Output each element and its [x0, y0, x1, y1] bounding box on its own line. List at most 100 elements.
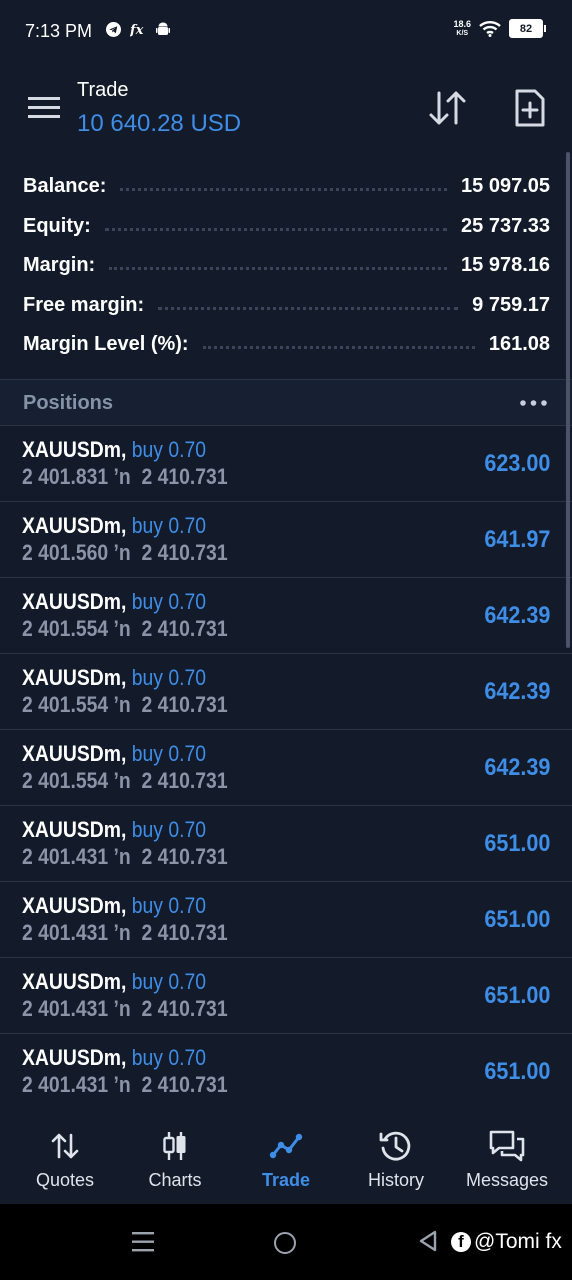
tab-label: Charts [148, 1170, 202, 1190]
account-row-balance: Balance: 15 097.05 [23, 166, 550, 206]
position-row[interactable]: XAUUSDm, buy 0.70 2 401.554 ’n 2 410.731… [0, 653, 572, 730]
position-row[interactable]: XAUUSDm, buy 0.70 2 401.431 ’n 2 410.731… [0, 805, 572, 882]
hamburger-menu-icon[interactable] [28, 97, 60, 119]
account-value: 161.08 [488, 332, 550, 355]
position-prices: 2 401.554 ’n 2 410.731 [22, 768, 228, 793]
quotes-icon [51, 1128, 79, 1164]
tab-label: Trade [261, 1170, 311, 1190]
svg-text:fx: fx [130, 23, 144, 37]
position-row[interactable]: XAUUSDm, buy 0.70 2 401.831 ’n 2 410.731… [0, 425, 572, 502]
status-time: 7:13 PM [25, 21, 93, 41]
position-side: buy 0.70 [131, 665, 207, 690]
position-profit: 642.39 [483, 754, 550, 781]
position-profit: 623.00 [483, 450, 550, 477]
app-header: Trade 10 640.28 USD [0, 64, 572, 152]
position-symbol: XAUUSDm, [22, 893, 127, 918]
position-symbol: XAUUSDm, [22, 513, 127, 538]
account-label: Margin: [23, 253, 96, 276]
account-label: Balance: [23, 174, 107, 197]
messages-icon [488, 1128, 526, 1164]
account-label: Margin Level (%): [23, 332, 189, 355]
position-side: buy 0.70 [131, 513, 207, 538]
tab-charts[interactable]: Charts [120, 1110, 230, 1204]
account-row-free-margin: Free margin: 9 759.17 [23, 285, 550, 325]
position-profit: 651.00 [483, 1058, 550, 1085]
sort-icon[interactable] [428, 90, 468, 126]
account-label: Equity: [23, 214, 91, 237]
facebook-icon: f [451, 1232, 471, 1252]
system-navigation-bar: f @Tomi fx [0, 1204, 572, 1280]
dotted-leader [120, 187, 448, 191]
positions-header: Positions [0, 380, 572, 425]
position-symbol: XAUUSDm, [22, 741, 127, 766]
position-side: buy 0.70 [131, 893, 207, 918]
position-prices: 2 401.560 ’n 2 410.731 [22, 540, 228, 565]
position-side: buy 0.70 [131, 969, 207, 994]
dotted-leader [202, 345, 475, 349]
charts-icon [161, 1128, 189, 1164]
account-value: 15 978.16 [461, 253, 550, 276]
positions-title: Positions [23, 392, 114, 414]
status-notification-icons: fx [106, 22, 170, 37]
position-side: buy 0.70 [131, 437, 207, 462]
position-row[interactable]: XAUUSDm, buy 0.70 2 401.431 ’n 2 410.731… [0, 881, 572, 958]
new-order-icon[interactable] [514, 89, 546, 127]
position-profit: 642.39 [483, 678, 550, 705]
bottom-tab-bar: Quotes Charts Trade History Messages [0, 1110, 572, 1204]
tab-label: Quotes [35, 1170, 95, 1190]
status-system-icons: 18.6 K/S 82 [453, 19, 546, 38]
account-row-margin: Margin: 15 978.16 [23, 245, 550, 285]
position-prices: 2 401.831 ’n 2 410.731 [22, 464, 228, 489]
position-prices: 2 401.431 ’n 2 410.731 [22, 844, 228, 869]
position-symbol: XAUUSDm, [22, 437, 127, 462]
home-button-icon[interactable] [274, 1232, 296, 1254]
dotted-leader [158, 306, 459, 310]
position-side: buy 0.70 [131, 741, 207, 766]
position-symbol-line: XAUUSDm, buy 0.70 [22, 817, 206, 843]
position-symbol-line: XAUUSDm, buy 0.70 [22, 893, 206, 919]
dotted-leader [104, 227, 448, 231]
position-prices: 2 401.554 ’n 2 410.731 [22, 616, 228, 641]
position-symbol: XAUUSDm, [22, 969, 127, 994]
network-speed-value: 18.6 [453, 18, 471, 29]
position-symbol-line: XAUUSDm, buy 0.70 [22, 513, 206, 539]
position-row[interactable]: XAUUSDm, buy 0.70 2 401.554 ’n 2 410.731… [0, 577, 572, 654]
position-symbol: XAUUSDm, [22, 665, 127, 690]
account-row-equity: Equity: 25 737.33 [23, 206, 550, 246]
network-speed-unit: K/S [456, 29, 469, 37]
network-speed: 18.6 K/S [453, 18, 471, 38]
tab-quotes[interactable]: Quotes [10, 1110, 120, 1204]
position-row[interactable]: XAUUSDm, buy 0.70 2 401.560 ’n 2 410.731… [0, 501, 572, 578]
back-icon[interactable] [418, 1230, 438, 1252]
tab-messages[interactable]: Messages [452, 1110, 562, 1204]
position-row[interactable]: XAUUSDm, buy 0.70 2 401.431 ’n 2 410.731… [0, 1033, 572, 1109]
tab-trade[interactable]: Trade [231, 1110, 341, 1204]
position-prices: 2 401.431 ’n 2 410.731 [22, 996, 228, 1021]
position-side: buy 0.70 [131, 589, 207, 614]
trade-icon [269, 1128, 303, 1164]
tab-label: Messages [465, 1170, 549, 1190]
recent-apps-icon[interactable] [132, 1232, 154, 1252]
position-symbol: XAUUSDm, [22, 1045, 127, 1070]
position-profit: 641.97 [483, 526, 550, 553]
android-icon [156, 22, 170, 35]
account-value: 15 097.05 [461, 174, 550, 197]
watermark: f @Tomi fx [451, 1230, 562, 1254]
position-profit: 642.39 [483, 602, 550, 629]
account-value: 9 759.17 [472, 293, 550, 316]
position-side: buy 0.70 [131, 1045, 207, 1070]
position-prices: 2 401.431 ’n 2 410.731 [22, 920, 228, 945]
tab-history[interactable]: History [341, 1110, 451, 1204]
battery-indicator: 82 [509, 19, 543, 38]
position-profit: 651.00 [483, 906, 550, 933]
position-symbol-line: XAUUSDm, buy 0.70 [22, 741, 206, 767]
position-symbol-line: XAUUSDm, buy 0.70 [22, 589, 206, 615]
scrollbar[interactable] [566, 152, 570, 648]
dotted-leader [109, 266, 448, 270]
position-row[interactable]: XAUUSDm, buy 0.70 2 401.431 ’n 2 410.731… [0, 957, 572, 1034]
more-options-icon[interactable] [520, 400, 547, 406]
position-symbol: XAUUSDm, [22, 817, 127, 842]
page-title: Trade [77, 79, 129, 101]
position-row[interactable]: XAUUSDm, buy 0.70 2 401.554 ’n 2 410.731… [0, 729, 572, 806]
position-symbol: XAUUSDm, [22, 589, 127, 614]
